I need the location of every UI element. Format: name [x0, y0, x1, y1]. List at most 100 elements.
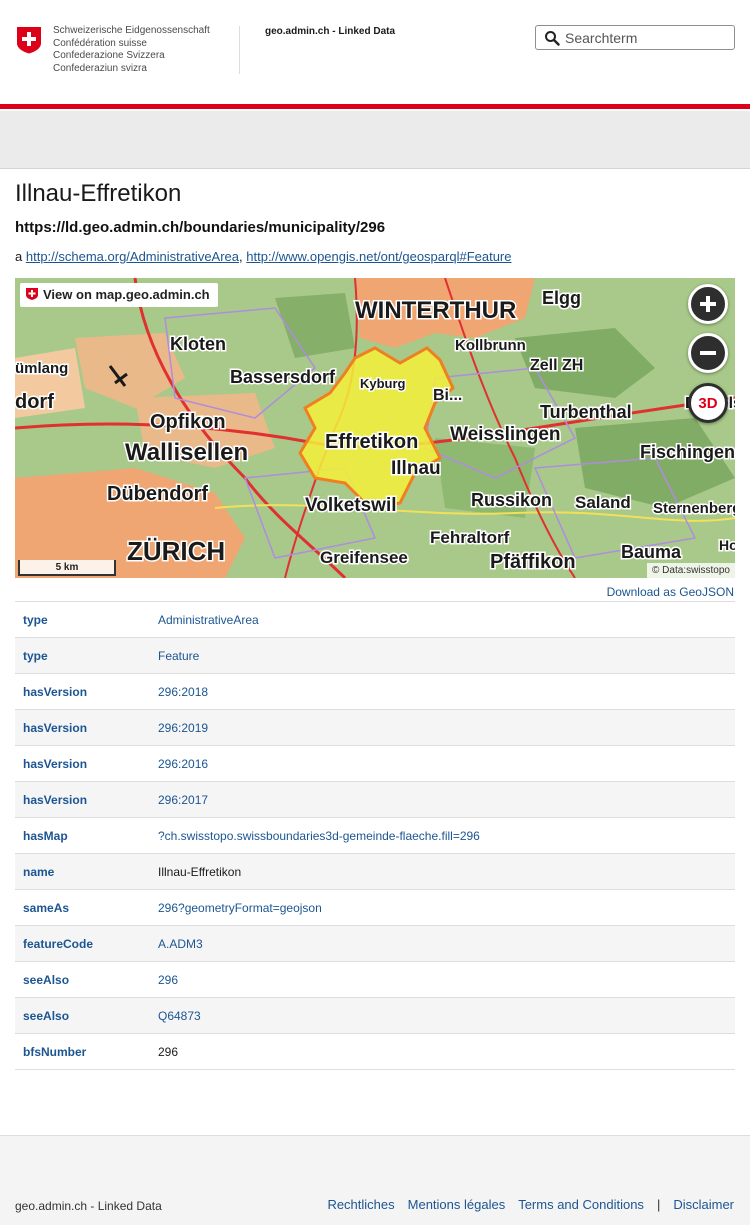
predicate-label[interactable]: seeAlso [15, 973, 158, 987]
predicate-label[interactable]: hasMap [15, 829, 158, 843]
view-on-map-label: View on map.geo.admin.ch [43, 287, 210, 302]
map-label-pfaeffikon: Pfäffikon [490, 551, 576, 573]
table-row: type AdministrativeArea [15, 602, 735, 638]
map-label-weisslingen: Weisslingen [450, 424, 561, 445]
map-label-fehraltorf: Fehraltorf [430, 528, 510, 547]
object-value-literal: 296 [158, 1044, 179, 1059]
map-label-opfikon: Opfikon [150, 411, 226, 433]
map-canvas[interactable]: WINTERTHUR Elgg Kloten Kollbrunn Bassers… [15, 278, 735, 578]
map-label-zuerich: ZÜRICH [127, 536, 225, 566]
map-scale-bar: 5 km [18, 560, 116, 576]
map-label-bassersdorf: Bassersdorf [230, 367, 336, 387]
footer-link-rechtliches[interactable]: Rechtliches [327, 1197, 394, 1212]
footer-top [0, 1135, 750, 1187]
search-icon[interactable] [544, 30, 560, 46]
gov-name-fr: Confédération suisse [53, 37, 147, 49]
object-value-link[interactable]: Q64873 [158, 1009, 201, 1023]
header-red-line [0, 104, 750, 109]
object-value-link[interactable]: 296:2016 [158, 757, 208, 771]
predicate-label[interactable]: hasVersion [15, 793, 158, 807]
predicate-label[interactable]: bfsNumber [15, 1045, 158, 1059]
footer-link-disclaimer[interactable]: Disclaimer [673, 1197, 734, 1212]
predicate-label[interactable]: type [15, 649, 158, 663]
map-label-wallisellen: Wallisellen [125, 439, 248, 466]
table-row: hasVersion 296:2019 [15, 710, 735, 746]
footer-links: Rechtliches Mentions légales Terms and C… [327, 1197, 734, 1212]
type-separator: , [239, 249, 243, 264]
object-value-link[interactable]: Feature [158, 649, 199, 663]
map-label-kollbrunn: Kollbrunn [455, 337, 526, 354]
map-label-uemlang: ümlang [15, 360, 68, 377]
map-label-duebendorf: Dübendorf [107, 483, 208, 505]
predicate-label[interactable]: hasVersion [15, 685, 158, 699]
type-link-administrative-area[interactable]: http://schema.org/AdministrativeArea [26, 249, 239, 264]
search-input[interactable] [565, 29, 725, 47]
swiss-flag-icon[interactable] [16, 26, 42, 54]
footer-link-mentions-legales[interactable]: Mentions légales [408, 1197, 506, 1212]
map-label-bauma: Bauma [621, 542, 682, 562]
map-label-effretikon: Effretikon [325, 431, 418, 453]
map-label-volketswil: Volketswil [305, 495, 397, 516]
zoom-out-button[interactable] [688, 333, 728, 373]
table-row: featureCode A.ADM3 [15, 926, 735, 962]
resource-uri: https://ld.geo.admin.ch/boundaries/munic… [15, 219, 386, 236]
type-line: a http://schema.org/AdministrativeArea, … [15, 249, 512, 264]
object-value-link[interactable]: 296 [158, 973, 178, 987]
predicate-label[interactable]: seeAlso [15, 1009, 158, 1023]
map-label-elgg: Elgg [542, 288, 581, 308]
map-label-sternenberg: Sternenberg [653, 500, 735, 517]
predicate-label[interactable]: type [15, 613, 158, 627]
swiss-flag-icon [26, 288, 38, 300]
predicate-label[interactable]: hasVersion [15, 757, 158, 771]
government-names: Schweizerische Eidgenossenschaft Confédé… [53, 25, 210, 75]
map-label-fischingen: Fischingen [640, 442, 735, 462]
table-row: type Feature [15, 638, 735, 674]
zoom-in-button[interactable] [688, 284, 728, 324]
map-label-zell: Zell ZH [530, 357, 583, 374]
map-label-russikon: Russikon [471, 490, 552, 510]
table-row: hasVersion 296:2016 [15, 746, 735, 782]
object-value-link[interactable]: ?ch.swisstopo.swissboundaries3d-gemeinde… [158, 829, 480, 843]
site-header: Schweizerische Eidgenossenschaft Confédé… [0, 0, 750, 104]
map-label-saland: Saland [575, 493, 631, 512]
map-view[interactable]: WINTERTHUR Elgg Kloten Kollbrunn Bassers… [15, 278, 735, 578]
table-row: sameAs 296?geometryFormat=geojson [15, 890, 735, 926]
object-value-link[interactable]: 296?geometryFormat=geojson [158, 901, 322, 915]
gov-name-rm: Confederaziun svizra [53, 62, 147, 74]
map-label-turbenthal: Turbenthal [540, 402, 632, 422]
predicate-label[interactable]: sameAs [15, 901, 158, 915]
map-label-dorf: dorf [15, 391, 54, 413]
table-row: hasMap ?ch.swisstopo.swissboundaries3d-ge… [15, 818, 735, 854]
table-row: hasVersion 296:2018 [15, 674, 735, 710]
object-value-link[interactable]: A.ADM3 [158, 937, 203, 951]
view-on-map-link[interactable]: View on map.geo.admin.ch [20, 283, 218, 307]
footer-site-name: geo.admin.ch - Linked Data [15, 1199, 162, 1213]
type-link-geosparql-feature[interactable]: http://www.opengis.net/ont/geosparql#Fea… [246, 249, 511, 264]
map-label-kyburg: Kyburg [360, 376, 406, 391]
map-attribution[interactable]: © Data:swisstopo [647, 563, 735, 578]
download-geojson-link[interactable]: Download as GeoJSON [607, 585, 734, 599]
search-box[interactable] [535, 25, 735, 50]
3d-button[interactable]: 3D [688, 383, 728, 423]
page-title: Illnau-Effretikon [15, 180, 182, 207]
footer-link-terms[interactable]: Terms and Conditions [518, 1197, 644, 1212]
breadcrumb-band [0, 111, 750, 169]
predicate-label[interactable]: name [15, 865, 158, 879]
map-label-greifensee: Greifensee [320, 548, 408, 567]
predicate-label[interactable]: hasVersion [15, 721, 158, 735]
object-value-link[interactable]: AdministrativeArea [158, 613, 259, 627]
footer-separator: | [656, 1197, 661, 1212]
object-value-literal: Illnau-Effretikon [158, 864, 242, 879]
object-value-link[interactable]: 296:2017 [158, 793, 208, 807]
site-title[interactable]: geo.admin.ch - Linked Data [265, 26, 395, 37]
map-label-illnau: Illnau [391, 458, 441, 479]
map-label-horn: Horn [719, 537, 735, 553]
object-value-link[interactable]: 296:2019 [158, 721, 208, 735]
table-row: seeAlso 296 [15, 962, 735, 998]
object-value-link[interactable]: 296:2018 [158, 685, 208, 699]
footer: geo.admin.ch - Linked Data Rechtliches M… [0, 1187, 750, 1225]
properties-table: type AdministrativeArea type Feature hasVe… [15, 601, 735, 1070]
predicate-label[interactable]: featureCode [15, 937, 158, 951]
map-label-bi: Bi... [433, 387, 462, 404]
header-divider [239, 26, 240, 74]
